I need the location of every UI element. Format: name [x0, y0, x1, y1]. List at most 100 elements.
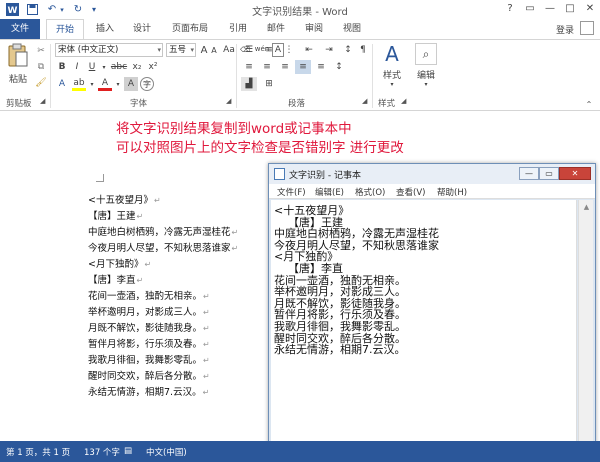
char-shading-button[interactable]: A: [124, 77, 138, 91]
menu-view[interactable]: 查看(V): [396, 186, 425, 198]
language-status[interactable]: 中文(中国): [146, 446, 187, 458]
tab-file[interactable]: 文件: [0, 19, 40, 39]
font-color-icon[interactable]: A: [98, 77, 112, 91]
italic-button[interactable]: I: [70, 60, 84, 74]
increase-indent-icon[interactable]: ⇥: [321, 43, 337, 57]
paragraph-mark-icon: ↵: [203, 356, 210, 365]
document-line-text: 举杯邀明月，对影成三人。: [88, 307, 203, 318]
document-line[interactable]: 今夜月明人尽望，不知秋思落谁家↵: [88, 240, 238, 254]
numbering-icon[interactable]: ≡: [261, 43, 277, 57]
tab-references[interactable]: 引用: [222, 19, 254, 39]
document-line[interactable]: 醒时同交欢，醉后各分散。↵: [88, 368, 210, 382]
decrease-indent-icon[interactable]: ⇤: [301, 43, 317, 57]
paragraph-mark-icon: ↵: [153, 196, 161, 205]
tab-design[interactable]: 设计: [125, 19, 159, 39]
document-line[interactable]: 我歌月徘徊，我舞影零乱。↵: [88, 352, 210, 366]
chevron-down-icon[interactable]: ▾: [88, 77, 96, 91]
styles-button[interactable]: A 样式 ▾: [378, 43, 406, 88]
document-line[interactable]: 月既不解饮，影徒随我身。↵: [88, 320, 210, 334]
highlight-icon[interactable]: ab: [72, 77, 86, 91]
tab-review[interactable]: 审阅: [298, 19, 330, 39]
underline-button[interactable]: U: [85, 60, 99, 74]
tab-home[interactable]: 开始: [46, 19, 84, 40]
show-marks-icon[interactable]: ¶: [357, 43, 369, 57]
help-button[interactable]: ?: [500, 1, 520, 17]
collapse-ribbon-icon[interactable]: ⌃: [584, 97, 594, 111]
tab-mailings[interactable]: 邮件: [260, 19, 292, 39]
scroll-up-icon[interactable]: ▲: [579, 200, 594, 214]
maximize-button[interactable]: □: [560, 1, 580, 17]
styles-icon: A: [385, 42, 399, 66]
bold-button[interactable]: B: [55, 60, 69, 74]
sort-icon[interactable]: ↕: [341, 43, 355, 57]
notepad-minimize-button[interactable]: —: [519, 167, 539, 180]
tab-view[interactable]: 视图: [336, 19, 368, 39]
paragraph-launcher-icon[interactable]: ◢: [362, 97, 367, 105]
menu-edit[interactable]: 编辑(E): [315, 186, 344, 198]
font-name-combo[interactable]: 宋体 (中文正文) ▾: [55, 43, 163, 57]
copy-icon[interactable]: ⧉: [35, 60, 47, 74]
align-center-icon[interactable]: ≡: [259, 60, 275, 74]
document-line[interactable]: 【唐】王建↵: [88, 208, 143, 222]
clipboard-launcher-icon[interactable]: ◢: [40, 97, 45, 105]
change-case-button[interactable]: Aa: [222, 43, 236, 57]
account-icon[interactable]: [580, 21, 594, 35]
paste-label: 粘贴: [8, 75, 27, 85]
document-line[interactable]: 永结无情游，相期7.云汉。↵: [88, 384, 209, 398]
align-left-icon[interactable]: ≡: [241, 60, 257, 74]
enclose-chars-button[interactable]: 字: [140, 77, 154, 91]
text-effects-icon[interactable]: A: [55, 77, 69, 91]
chevron-down-icon[interactable]: ▾: [100, 60, 108, 74]
login-link[interactable]: 登录: [556, 23, 574, 36]
font-size-combo[interactable]: 五号 ▾: [166, 43, 196, 57]
word-window: W ↶ ▾ ↻ ▾ 文字识别结果 - Word ? ▭ — □ ✕ 文件 开始 …: [0, 0, 600, 462]
chevron-down-icon[interactable]: ▾: [114, 77, 122, 91]
notepad-title-bar[interactable]: 文字识别 - 记事本 — ▭ ✕: [269, 164, 595, 184]
menu-format[interactable]: 格式(O): [355, 186, 385, 198]
align-right-icon[interactable]: ≡: [277, 60, 293, 74]
subscript-button[interactable]: x₂: [130, 60, 144, 74]
shading-icon[interactable]: ▟: [241, 77, 257, 91]
tab-layout[interactable]: 页面布局: [163, 19, 217, 39]
cut-icon[interactable]: ✂: [35, 44, 47, 58]
distributed-icon[interactable]: ≡: [313, 60, 329, 74]
shrink-font-button[interactable]: A: [209, 43, 219, 57]
multilevel-list-icon[interactable]: ⋮: [281, 43, 297, 57]
superscript-button[interactable]: x²: [146, 60, 160, 74]
document-line[interactable]: <月下独酌》↵: [88, 256, 151, 270]
notepad-maximize-button[interactable]: ▭: [539, 167, 559, 180]
tab-insert[interactable]: 插入: [88, 19, 122, 39]
line-spacing-icon[interactable]: ↕: [331, 60, 347, 74]
format-painter-icon[interactable]: 🖌: [35, 76, 47, 90]
edit-button[interactable]: ⌕ 编辑 ▾: [412, 43, 440, 88]
styles-launcher-icon[interactable]: ◢: [401, 97, 406, 105]
word-count[interactable]: 137 个字: [84, 446, 120, 458]
page-count[interactable]: 第 1 页，共 1 页: [6, 446, 70, 458]
ribbon-display-button[interactable]: ▭: [520, 1, 540, 17]
bullets-icon[interactable]: ☰: [241, 43, 257, 57]
minimize-button[interactable]: —: [540, 1, 560, 17]
strikethrough-button[interactable]: abc: [110, 60, 128, 74]
font-launcher-icon[interactable]: ◢: [226, 97, 231, 105]
grow-font-button[interactable]: A: [199, 43, 209, 57]
close-button[interactable]: ✕: [580, 1, 600, 17]
document-line[interactable]: 举杯邀明月，对影成三人。↵: [88, 304, 210, 318]
separator: [50, 44, 51, 108]
document-line[interactable]: 【唐】李直↵: [88, 272, 143, 286]
paste-button[interactable]: 粘贴: [5, 43, 31, 85]
notepad-window[interactable]: 文字识别 - 记事本 — ▭ ✕ 文件(F) 编辑(E) 格式(O) 查看(V)…: [268, 163, 596, 460]
document-line[interactable]: <十五夜望月》↵: [88, 192, 161, 206]
notepad-scrollbar[interactable]: ▲ ▼: [578, 200, 593, 458]
document-line[interactable]: 暂伴月将影，行乐须及春。↵: [88, 336, 210, 350]
separator: [372, 44, 373, 108]
styles-group-label: 样式: [378, 99, 396, 109]
notepad-close-button[interactable]: ✕: [559, 167, 591, 180]
document-line[interactable]: 中庭地白树栖鸦，冷露无声湿桂花↵: [88, 224, 238, 238]
notepad-text-area[interactable]: <十五夜望月》 【唐】王建 中庭地白树栖鸦，冷露无声湿桂花 今夜月明人尽望，不知秋思…: [271, 200, 577, 458]
justify-icon[interactable]: ≡: [295, 60, 311, 74]
proofing-icon[interactable]: ▤: [124, 446, 132, 456]
menu-file[interactable]: 文件(F): [277, 186, 306, 198]
borders-icon[interactable]: ⊞: [261, 77, 277, 91]
menu-help[interactable]: 帮助(H): [437, 186, 467, 198]
document-line[interactable]: 花间一壶酒，独酌无相亲。↵: [88, 288, 210, 302]
